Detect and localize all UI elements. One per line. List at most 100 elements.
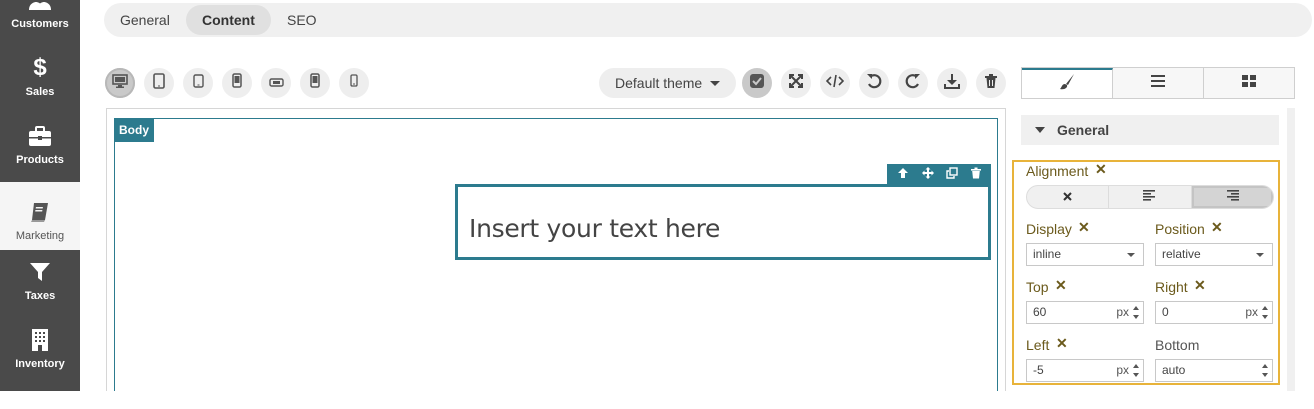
section-title: General (1057, 122, 1110, 138)
chevron-down-icon (710, 81, 720, 86)
align-left-option[interactable] (1109, 186, 1192, 208)
device-tablet-small-button[interactable] (183, 68, 213, 98)
component-toolbar (887, 164, 991, 186)
top-unit[interactable]: px (1116, 302, 1129, 323)
bottom-input[interactable]: auto (1155, 359, 1273, 382)
clear-left-icon[interactable]: ✕ (1056, 335, 1068, 352)
alignment-label: Alignment (1026, 163, 1089, 179)
tab-general[interactable]: General (104, 5, 186, 35)
text-component-content[interactable]: Insert your text here (469, 214, 720, 243)
export-button[interactable] (937, 68, 967, 98)
theme-select[interactable]: Default theme (599, 68, 736, 98)
dollar-icon: $ (33, 54, 47, 81)
tab-seo[interactable]: SEO (271, 5, 333, 35)
toggle-components-button[interactable] (742, 68, 772, 98)
sidebar-item-taxes[interactable]: Taxes (0, 242, 80, 310)
top-input-value: 60 (1033, 305, 1047, 319)
device-tablet-button[interactable] (144, 68, 174, 98)
top-label: Top (1026, 279, 1049, 295)
mobile-small-icon (350, 74, 358, 92)
move-icon[interactable] (921, 166, 934, 184)
arrow-up-icon[interactable] (897, 166, 909, 184)
clear-canvas-button[interactable] (976, 68, 1006, 98)
left-input[interactable]: -5 px (1026, 359, 1144, 382)
fullscreen-icon (788, 73, 804, 94)
right-input[interactable]: 0 px (1155, 301, 1273, 324)
clear-right-icon[interactable]: ✕ (1194, 277, 1206, 294)
mobile-icon (232, 73, 242, 93)
left-unit[interactable]: px (1116, 360, 1129, 381)
clear-top-icon[interactable]: ✕ (1055, 277, 1067, 294)
align-left-icon (1142, 188, 1157, 206)
download-icon (944, 73, 960, 94)
tab-style-manager[interactable] (1022, 68, 1113, 98)
bottom-label: Bottom (1155, 337, 1200, 353)
clear-position-icon[interactable]: ✕ (1211, 219, 1223, 236)
position-select-value: relative (1162, 247, 1201, 261)
align-none-option[interactable] (1027, 186, 1110, 208)
body-badge: Body (114, 118, 154, 142)
position-label: Position (1155, 221, 1205, 237)
align-right-icon (1225, 188, 1240, 206)
sidebar-item-sales[interactable]: $ Sales (0, 38, 80, 106)
tab-content[interactable]: Content (186, 5, 271, 35)
sidebar-item-label: Marketing (15, 230, 65, 242)
stepper-icon[interactable] (1133, 364, 1139, 377)
briefcase-icon (27, 123, 53, 149)
tab-layer-manager[interactable] (1113, 68, 1204, 98)
sidebar-item-label: Products (16, 154, 64, 166)
right-unit[interactable]: px (1245, 302, 1258, 323)
building-icon (27, 327, 53, 353)
code-icon (825, 74, 845, 93)
display-select-value: inline (1033, 247, 1062, 261)
undo-icon (866, 73, 882, 94)
sidebar-item-products[interactable]: Products (0, 106, 80, 174)
clear-display-icon[interactable]: ✕ (1078, 219, 1090, 236)
filter-icon (27, 259, 53, 285)
position-select[interactable]: relative (1155, 243, 1273, 266)
panel-tabs (1021, 67, 1295, 99)
sidebar-item-label: Taxes (24, 290, 56, 302)
sidebar-item-inventory[interactable]: Inventory (0, 310, 80, 378)
top-input[interactable]: 60 px (1026, 301, 1144, 324)
device-mobile-landscape-button[interactable] (261, 68, 291, 98)
desktop-icon (112, 73, 128, 93)
stepper-icon[interactable] (1262, 306, 1268, 319)
device-mobile-button[interactable] (222, 68, 252, 98)
sidebar-item-label: Customers (11, 18, 69, 30)
stepper-icon[interactable] (1262, 364, 1268, 377)
text-component[interactable]: Insert your text here (455, 184, 991, 260)
checkbox-icon (749, 73, 765, 94)
theme-select-value: Default theme (615, 75, 703, 91)
undo-button[interactable] (859, 68, 889, 98)
chevron-down-icon (1256, 253, 1264, 257)
sidebar: Customers $ Sales Products Marketing Tax… (0, 0, 80, 391)
clear-alignment-icon[interactable]: ✕ (1095, 161, 1107, 178)
page-tabs: General Content SEO (104, 3, 1312, 37)
bars-icon (1150, 74, 1166, 93)
left-label: Left (1026, 337, 1050, 353)
display-select[interactable]: inline (1026, 243, 1144, 266)
view-code-button[interactable] (820, 68, 850, 98)
device-mobile-small-button[interactable] (339, 68, 369, 98)
device-mobile-portrait-button[interactable] (300, 68, 330, 98)
device-desktop-button[interactable] (105, 68, 135, 98)
copy-icon[interactable] (946, 166, 958, 184)
align-right-option[interactable] (1191, 186, 1273, 208)
alignment-radio-group (1026, 185, 1274, 209)
right-label: Right (1155, 279, 1188, 295)
close-icon (1063, 188, 1072, 206)
sidebar-item-marketing[interactable]: Marketing (0, 182, 80, 250)
display-label: Display (1026, 221, 1072, 237)
redo-button[interactable] (898, 68, 928, 98)
book-icon (27, 199, 53, 225)
sidebar-item-label: Inventory (15, 358, 65, 370)
general-section-header[interactable]: General (1021, 115, 1279, 145)
mobile-portrait-icon (310, 73, 320, 93)
trash-icon[interactable] (970, 166, 981, 184)
tab-blocks[interactable] (1204, 68, 1294, 98)
stepper-icon[interactable] (1133, 306, 1139, 319)
panel-scrollbar[interactable] (1287, 108, 1295, 391)
sidebar-item-customers[interactable]: Customers (0, 0, 80, 38)
fullscreen-button[interactable] (781, 68, 811, 98)
